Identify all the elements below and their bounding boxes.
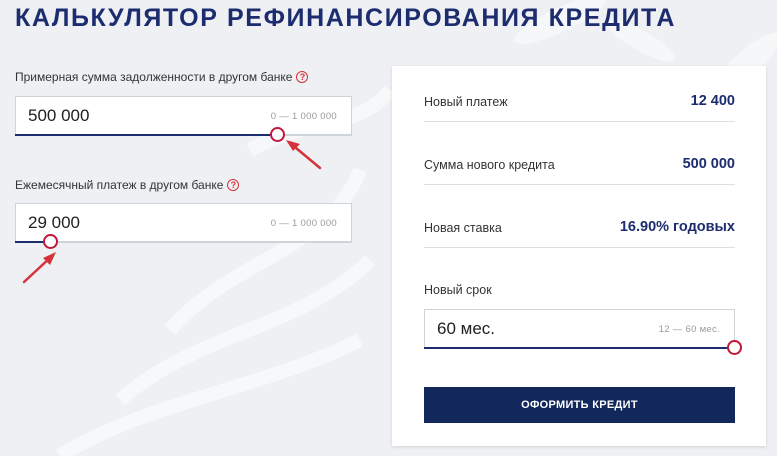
annotation-arrow-icon: [22, 252, 56, 284]
debt-amount-label-row: Примерная сумма задолженности в другом б…: [15, 70, 309, 84]
monthly-payment-range: 0 — 1 000 000: [270, 218, 337, 229]
monthly-payment-label: Ежемесячный платеж в другом банке: [15, 178, 224, 192]
payment-slider-track[interactable]: [15, 241, 352, 243]
new-term-label: Новый срок: [424, 283, 492, 297]
new-credit-label: Сумма нового кредита: [424, 158, 555, 172]
term-slider-handle[interactable]: [727, 340, 742, 355]
debt-slider-handle[interactable]: [270, 127, 286, 142]
new-payment-label: Новый платеж: [424, 95, 508, 109]
new-credit-value: 500 000: [682, 156, 735, 172]
term-slider-fill: [424, 347, 733, 349]
help-icon[interactable]: ?: [296, 71, 309, 83]
debt-amount-value[interactable]: 500 000: [28, 106, 89, 126]
monthly-payment-label-row: Ежемесячный платеж в другом банке ?: [15, 178, 240, 192]
result-row-new-payment: Новый платеж 12 400: [424, 82, 735, 122]
page-title: КАЛЬКУЛЯТОР РЕФИНАНСИРОВАНИЯ КРЕДИТА: [15, 4, 677, 32]
debt-amount-label: Примерная сумма задолженности в другом б…: [15, 70, 293, 84]
help-icon[interactable]: ?: [227, 179, 240, 191]
debt-amount-range: 0 — 1 000 000: [270, 111, 337, 122]
term-field[interactable]: 60 мес. 12 — 60 мес.: [424, 309, 742, 355]
result-row-new-rate: Новая ставка 16.90% годовых: [424, 208, 735, 248]
new-rate-label: Новая ставка: [424, 221, 502, 235]
debt-amount-field[interactable]: 500 000 0 — 1 000 000: [15, 96, 352, 142]
new-rate-value: 16.90% годовых: [619, 219, 735, 235]
monthly-payment-field[interactable]: 29 000 0 — 1 000 000: [15, 203, 352, 249]
debt-slider-fill: [15, 134, 277, 136]
annotation-arrow-icon: [286, 140, 322, 170]
new-payment-value: 12 400: [690, 93, 735, 109]
payment-slider-handle[interactable]: [42, 234, 58, 249]
monthly-payment-value[interactable]: 29 000: [28, 213, 80, 233]
term-range: 12 — 60 мес.: [658, 324, 720, 335]
term-value[interactable]: 60 мес.: [437, 319, 495, 339]
apply-credit-button[interactable]: ОФОРМИТЬ КРЕДИТ: [424, 387, 735, 423]
result-row-new-credit: Сумма нового кредита 500 000: [424, 145, 735, 185]
